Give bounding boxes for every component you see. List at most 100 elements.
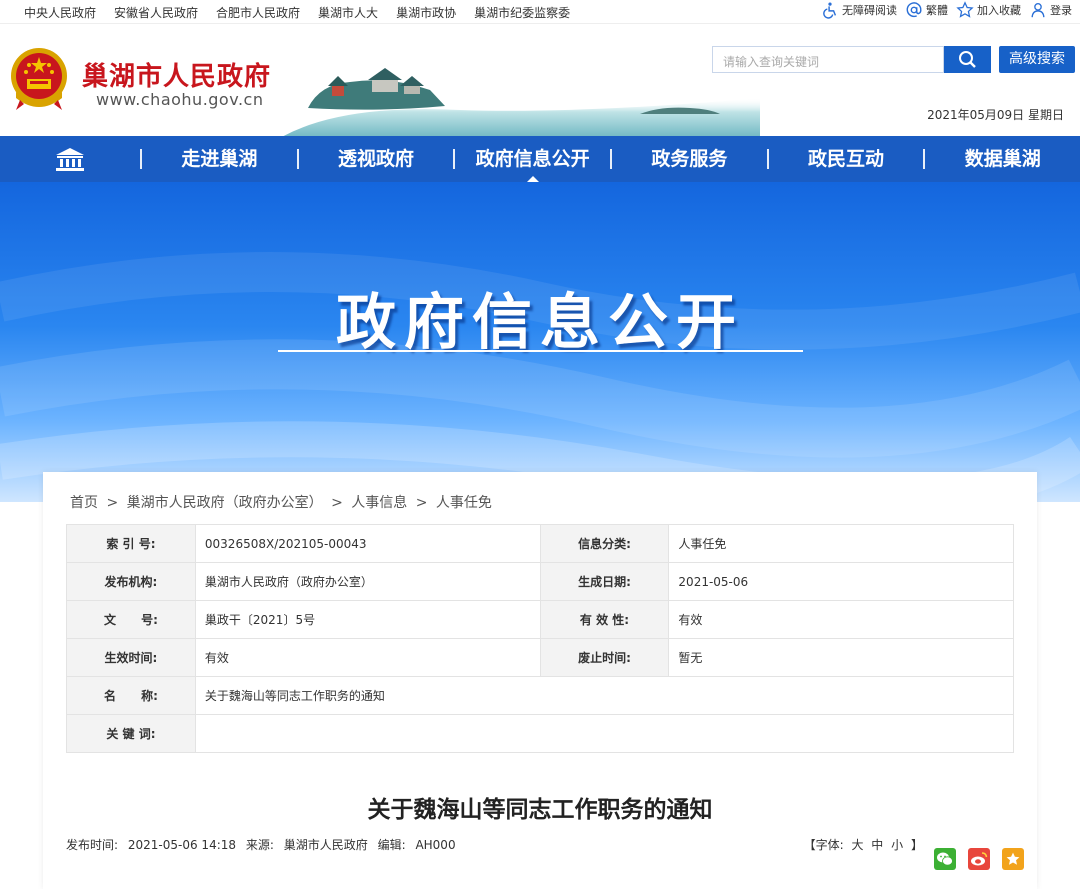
index-number-value: 00326508X/202105-00043 [194,524,541,563]
lake-scenery-image [283,68,760,136]
partner-links: 中央人民政府 安徽省人民政府 合肥市人民政府 巢湖市人大 巢湖市政协 巢湖市纪委… [24,4,588,21]
link-anhui-gov[interactable]: 安徽省人民政府 [114,4,198,21]
current-date: 2021年05月09日 星期日 [927,108,1064,122]
article-title: 关于魏海山等同志工作职务的通知 [367,797,713,823]
category-value: 人事任免 [668,524,1014,563]
nav-item-interaction[interactable]: 政民互动 [769,136,924,182]
table-row: 关 键 词: [66,714,1015,753]
breadcrumb-separator: > [106,495,119,511]
wheelchair-icon [823,2,837,19]
effective-time-value: 有效 [194,638,541,677]
add-favorite-button[interactable]: 加入收藏 [956,1,1021,19]
share-wechat-button[interactable] [934,848,956,870]
font-size-close-bracket: 】 [910,838,923,852]
abolish-time-value: 暂无 [668,638,1014,677]
source-label: 来源: [245,838,274,852]
add-favorite-label: 加入收藏 [977,4,1021,17]
abolish-time-label: 废止时间: [539,638,670,677]
breadcrumb: 首页 > 巢湖市人民政府（政府办公室） > 人事信息 > 人事任免 [70,492,496,512]
keywords-label: 关 键 词: [66,714,196,753]
nav-item-government[interactable]: 透视政府 [299,136,454,182]
nav-home[interactable] [0,136,140,182]
share-buttons [934,848,1036,870]
publish-time-label: 发布时间: [66,838,119,852]
publisher-value: 巢湖市人民政府（政府办公室） [194,562,541,601]
doc-number-value: 巢政干〔2021〕5号 [194,600,541,639]
qzone-star-icon [1006,852,1020,865]
search-input[interactable]: 请输入查询关键词 [712,46,944,73]
home-building-icon [56,148,84,171]
nav-item-services[interactable]: 政务服务 [612,136,767,182]
link-chaohu-discipline[interactable]: 巢湖市纪委监察委 [474,4,570,21]
traditional-chinese-button[interactable]: 繁體 [905,1,948,19]
national-emblem-logo [11,48,67,110]
search-button[interactable] [944,46,991,73]
breadcrumb-separator: > [415,495,428,511]
validity-value: 有效 [668,600,1014,639]
site-name: 巢湖市人民政府 [82,62,272,92]
wechat-icon [937,852,953,866]
breadcrumb-personnel-info[interactable]: 人事信息 [351,495,407,511]
table-row: 名 称: 关于魏海山等同志工作职务的通知 [66,676,1015,715]
share-weibo-button[interactable] [968,848,990,870]
created-date-label: 生成日期: [539,562,670,601]
section-banner: 政府信息公开 [0,182,1080,502]
font-size-label: 【字体: [803,838,844,852]
editor-label: 编辑: [377,838,406,852]
name-label: 名 称: [66,676,196,715]
top-utility-bar: 中央人民政府 安徽省人民政府 合肥市人民政府 巢湖市人大 巢湖市政协 巢湖市纪委… [0,0,1080,24]
table-row: 生效时间: 有效 废止时间: 暂无 [66,638,1014,677]
link-central-gov[interactable]: 中央人民政府 [24,4,96,21]
nav-item-info-disclosure[interactable]: 政府信息公开 [455,136,610,182]
font-size-medium-button[interactable]: 中 [871,838,883,852]
keywords-value [194,714,1015,753]
publisher-label: 发布机构: [66,562,196,601]
effective-time-label: 生效时间: [66,638,196,677]
doc-number-label: 文 号: [66,600,196,639]
category-label: 信息分类: [539,524,670,563]
font-size-small-button[interactable]: 小 [891,838,903,852]
created-date-value: 2021-05-06 [668,562,1014,601]
weibo-icon [971,852,988,866]
banner-title: 政府信息公开 [336,288,744,358]
breadcrumb-separator: > [331,495,343,511]
link-chaohu-cppcc[interactable]: 巢湖市政协 [396,4,456,21]
nav-item-about[interactable]: 走进巢湖 [142,136,297,182]
site-url: www.chaohu.gov.cn [96,90,264,109]
top-tools: 无障碍阅读 繁體 加入收藏 登录 [813,1,1072,19]
at-icon [906,2,922,18]
validity-label: 有 效 性: [539,600,670,639]
advanced-search-button[interactable]: 高级搜索 [999,46,1075,73]
user-icon [1031,3,1045,18]
breadcrumb-office[interactable]: 巢湖市人民政府（政府办公室） [127,495,323,511]
editor-value: AH000 [415,838,456,852]
search-icon [959,51,976,68]
banner-underline [278,350,803,352]
share-qzone-button[interactable] [1002,848,1024,870]
table-row: 索 引 号: 00326508X/202105-00043 信息分类: 人事任免 [66,524,1014,563]
content-card: 首页 > 巢湖市人民政府（政府办公室） > 人事信息 > 人事任免 索 引 号:… [43,472,1037,889]
breadcrumb-appointments[interactable]: 人事任免 [436,495,492,511]
font-size-large-button[interactable]: 大 [851,838,863,852]
accessible-reading-label: 无障碍阅读 [842,4,897,17]
source-value: 巢湖市人民政府 [283,838,368,852]
index-number-label: 索 引 号: [66,524,196,563]
breadcrumb-home[interactable]: 首页 [70,495,98,511]
publish-time-value: 2021-05-06 14:18 [127,838,237,852]
star-icon [956,1,974,18]
accessible-reading-button[interactable]: 无障碍阅读 [821,1,897,19]
font-size-control: 【字体: 大 中 小 】 [804,836,923,853]
traditional-chinese-label: 繁體 [926,4,948,17]
main-nav: 走进巢湖 透视政府 政府信息公开 政务服务 政民互动 数据巢湖 [0,136,1080,182]
name-value: 关于魏海山等同志工作职务的通知 [194,676,1015,715]
link-hefei-gov[interactable]: 合肥市人民政府 [216,4,300,21]
nav-item-data[interactable]: 数据巢湖 [925,136,1080,182]
publish-info: 发布时间: 2021-05-06 14:18 来源: 巢湖市人民政府 编辑: A… [66,836,462,853]
document-metadata-table: 索 引 号: 00326508X/202105-00043 信息分类: 人事任免… [66,524,1015,753]
site-header: 巢湖市人民政府 www.chaohu.gov.cn 请输入查询关键词 高级搜索 … [0,24,1080,136]
link-chaohu-npc[interactable]: 巢湖市人大 [318,4,378,21]
table-row: 发布机构: 巢湖市人民政府（政府办公室） 生成日期: 2021-05-06 [66,562,1014,601]
login-button[interactable]: 登录 [1029,1,1072,19]
table-row: 文 号: 巢政干〔2021〕5号 有 效 性: 有效 [66,600,1014,639]
login-label: 登录 [1050,4,1072,17]
